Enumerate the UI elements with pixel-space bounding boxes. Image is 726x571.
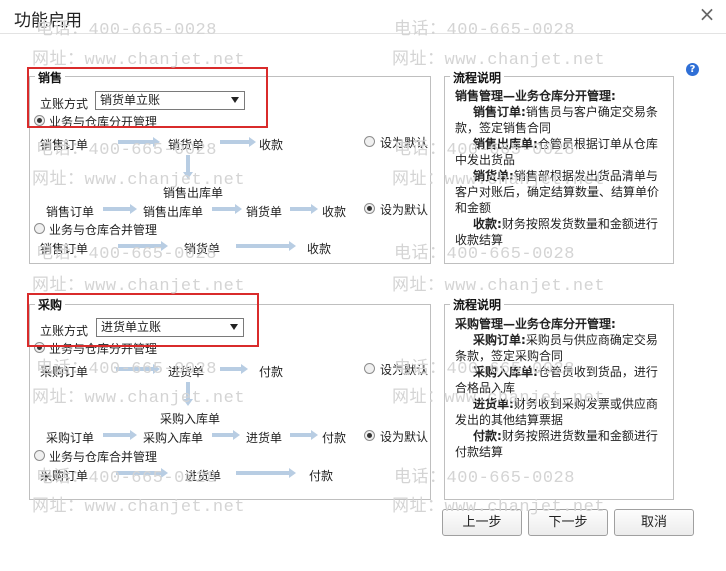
- arrow-right-icon: [116, 364, 160, 374]
- purchase-flow2-default-label: 设为默认: [380, 430, 429, 444]
- help-icon[interactable]: ?: [686, 63, 699, 76]
- purchase-flow2-node: 付款: [322, 431, 347, 445]
- purchase-desc-term: 采购订单:: [473, 333, 526, 347]
- purchase-flow2-default-radio[interactable]: [364, 430, 375, 441]
- sales-flow1-node: 销售订单: [40, 138, 89, 152]
- purchase-desc-head: 采购管理—业务仓库分开管理:: [455, 317, 616, 331]
- purchase-flow1-node: 付款: [259, 365, 284, 379]
- purchase-flow1-branch: 采购入库单: [160, 412, 221, 426]
- watermark-site: 网址：www.chanjet.net: [32, 51, 246, 70]
- watermark-site: 网址：www.chanjet.net: [32, 277, 246, 296]
- purchase-desc-term: 采购入库单:: [473, 365, 538, 379]
- sales-flow2-default-radio[interactable]: [364, 203, 375, 214]
- arrow-right-icon: [220, 364, 248, 374]
- sales-method-label: 立账方式: [40, 97, 89, 111]
- sales-flow2-node: 收款: [322, 205, 347, 219]
- chevron-down-icon: [230, 324, 238, 330]
- sales-flow2-default-label: 设为默认: [380, 203, 429, 217]
- arrow-right-icon: [118, 137, 160, 147]
- prev-button[interactable]: 上一步: [442, 509, 522, 536]
- arrow-right-icon: [212, 204, 242, 214]
- arrow-right-icon: [236, 468, 296, 478]
- purchase-flow3-node: 付款: [309, 469, 334, 483]
- arrow-right-icon: [290, 204, 318, 214]
- dialog-title-bar: 功能启用 ×: [0, 0, 726, 34]
- arrow-right-icon: [220, 137, 256, 147]
- sales-desc-term: 销货单:: [473, 169, 514, 183]
- purchase-flow1-default-label: 设为默认: [380, 363, 429, 377]
- purchase-method-value: 进货单立账: [101, 320, 162, 334]
- arrow-down-icon: [183, 155, 193, 179]
- watermark-site: 网址：www.chanjet.net: [392, 277, 606, 296]
- chevron-down-icon: [231, 97, 239, 103]
- arrow-right-icon: [236, 241, 296, 251]
- sales-method-select[interactable]: 销货单立账: [95, 91, 245, 110]
- purchase-separate-radio[interactable]: [34, 342, 45, 353]
- purchase-flow1-node: 采购订单: [40, 365, 89, 379]
- close-icon[interactable]: ×: [696, 4, 718, 26]
- sales-flow3-node: 销货单: [184, 242, 221, 256]
- dialog-title: 功能启用: [14, 11, 82, 31]
- purchase-flow1-node: 进货单: [168, 365, 205, 379]
- purchase-method-label: 立账方式: [40, 324, 89, 338]
- purchase-merged-label: 业务与仓库合并管理: [49, 450, 158, 464]
- sales-flow3-node: 收款: [307, 242, 332, 256]
- sales-flow2-node: 销售订单: [46, 205, 95, 219]
- sales-flow1-node: 收款: [259, 138, 284, 152]
- purchase-flow1-default-radio[interactable]: [364, 363, 375, 374]
- sales-desc-title: 流程说明: [450, 69, 505, 86]
- sales-flow1-branch: 销售出库单: [163, 186, 224, 200]
- sales-flow3-node: 销售订单: [40, 242, 89, 256]
- purchase-desc-text: 采购管理—业务仓库分开管理: 采购订单:采购员与供应商确定交易条款，签定采购合同…: [455, 316, 667, 460]
- purchase-desc-term: 进货单:: [473, 397, 514, 411]
- purchase-flow3-node: 采购订单: [40, 469, 89, 483]
- sales-method-value: 销货单立账: [100, 93, 161, 107]
- purchase-flow2-node: 采购入库单: [143, 431, 204, 445]
- sales-flow1-default-radio[interactable]: [364, 136, 375, 147]
- sales-separate-radio[interactable]: [34, 115, 45, 126]
- sales-desc-term: 销售订单:: [473, 105, 526, 119]
- next-button[interactable]: 下一步: [528, 509, 608, 536]
- sales-desc-term: 收款:: [473, 217, 502, 231]
- purchase-merged-radio[interactable]: [34, 450, 45, 461]
- arrow-right-icon: [212, 430, 240, 440]
- purchase-section-label: 采购: [35, 296, 66, 313]
- sales-flow2-node: 销货单: [246, 205, 283, 219]
- arrow-right-icon: [103, 204, 137, 214]
- purchase-flow2-node: 采购订单: [46, 431, 95, 445]
- sales-desc-head: 销售管理—业务仓库分开管理:: [455, 89, 616, 103]
- sales-separate-label: 业务与仓库分开管理: [49, 115, 158, 129]
- sales-desc-term: 销售出库单:: [473, 137, 538, 151]
- arrow-down-icon: [183, 382, 193, 406]
- title-divider: [0, 33, 726, 34]
- purchase-method-select[interactable]: 进货单立账: [96, 318, 244, 337]
- sales-flow1-node: 销货单: [168, 138, 205, 152]
- arrow-right-icon: [103, 430, 137, 440]
- cancel-button[interactable]: 取消: [614, 509, 694, 536]
- sales-section-label: 销售: [35, 69, 66, 86]
- purchase-separate-label: 业务与仓库分开管理: [49, 342, 158, 356]
- sales-merged-radio[interactable]: [34, 223, 45, 234]
- sales-flow2-node: 销售出库单: [143, 205, 204, 219]
- sales-merged-label: 业务与仓库合并管理: [49, 223, 158, 237]
- sales-flow1-default-label: 设为默认: [380, 136, 429, 150]
- purchase-flow2-node: 进货单: [246, 431, 283, 445]
- purchase-flow3-node: 进货单: [185, 469, 222, 483]
- arrow-right-icon: [118, 241, 168, 251]
- arrow-right-icon: [290, 430, 318, 440]
- purchase-desc-term: 付款:: [473, 429, 502, 443]
- arrow-right-icon: [116, 468, 168, 478]
- watermark-site: 网址：www.chanjet.net: [392, 51, 606, 70]
- sales-desc-text: 销售管理—业务仓库分开管理: 销售订单:销售员与客户确定交易条款，签定销售合同 …: [455, 88, 667, 248]
- purchase-desc-title: 流程说明: [450, 296, 505, 313]
